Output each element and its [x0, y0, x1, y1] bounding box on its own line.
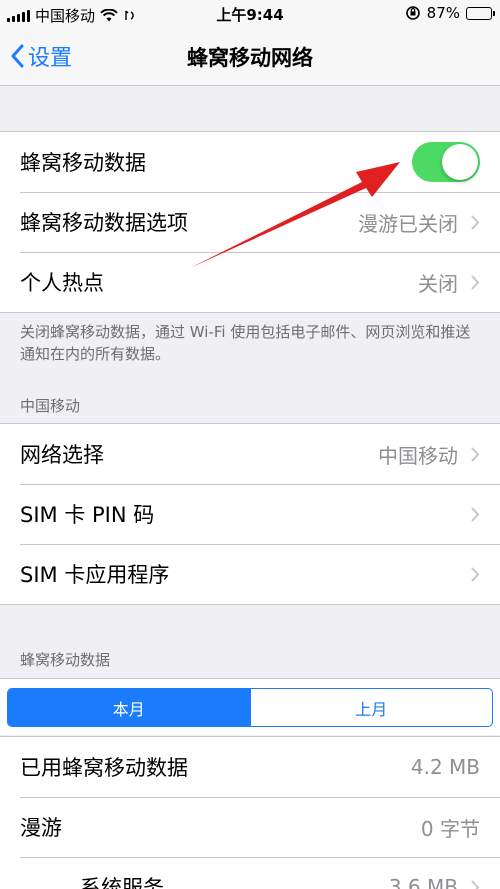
personal-hotspot-row[interactable]: 个人热点 关闭: [0, 252, 500, 312]
network-selection-label: 网络选择: [20, 443, 104, 467]
status-bar: 中国移动 上午9:44 87%: [0, 0, 500, 28]
usage-section-header: 蜂窝移动数据: [20, 651, 111, 669]
roaming-label: 漫游: [20, 816, 62, 840]
top-bar: 中国移动 上午9:44 87% 设置 蜂窝移动网络: [0, 0, 500, 86]
system-services-label: 系统服务: [80, 876, 164, 889]
network-selection-row[interactable]: 网络选择 中国移动: [0, 424, 500, 484]
cellular-data-label: 蜂窝移动数据: [20, 151, 146, 175]
chevron-right-icon: [471, 879, 480, 889]
chevron-right-icon: [471, 214, 480, 230]
battery-percent: 87%: [426, 4, 460, 22]
cellular-data-options-value: 漫游已关闭: [358, 211, 458, 236]
used-data-label: 已用蜂窝移动数据: [20, 756, 188, 780]
cellular-data-row: 蜂窝移动数据: [0, 132, 500, 192]
cellular-settings-group: 蜂窝移动数据 蜂窝移动数据选项 漫游已关闭 个人热点 关闭: [0, 131, 500, 313]
roaming-value: 0 字节: [420, 816, 480, 841]
battery-icon: [466, 6, 495, 20]
segment-this-month[interactable]: 本月: [8, 689, 250, 726]
sim-applications-label: SIM 卡应用程序: [20, 563, 170, 587]
page-title: 蜂窝移动网络: [187, 46, 313, 70]
status-right: 87%: [405, 4, 495, 22]
system-services-value: 3.6 MB: [388, 875, 458, 889]
carrier-section-header: 中国移动: [20, 397, 81, 415]
cellular-data-options-row[interactable]: 蜂窝移动数据选项 漫游已关闭: [0, 192, 500, 252]
personal-hotspot-label: 个人热点: [20, 271, 104, 295]
segment-last-month[interactable]: 上月: [249, 689, 493, 726]
usage-group: 已用蜂窝移动数据 4.2 MB 漫游 0 字节 系统服务 3.6 MB: [0, 736, 500, 889]
period-segment-container: 本月 上月: [0, 678, 500, 735]
period-segmented-control: 本月 上月: [7, 688, 493, 727]
roaming-row: 漫游 0 字节: [0, 797, 500, 857]
sim-pin-label: SIM 卡 PIN 码: [20, 503, 155, 527]
chevron-right-icon: [471, 446, 480, 462]
chevron-right-icon: [471, 506, 480, 522]
network-selection-value: 中国移动: [378, 443, 458, 468]
chevron-right-icon: [471, 566, 480, 582]
used-data-value: 4.2 MB: [410, 755, 480, 779]
navigation-bar: 设置 蜂窝移动网络: [0, 28, 500, 84]
cellular-data-footnote: 关闭蜂窝移动数据，通过 Wi-Fi 使用包括电子邮件、网页浏览和推送通知在内的所…: [20, 323, 471, 363]
cellular-data-toggle[interactable]: [412, 142, 480, 182]
orientation-lock-icon: [405, 6, 420, 20]
used-data-row: 已用蜂窝移动数据 4.2 MB: [0, 737, 500, 797]
chevron-right-icon: [471, 274, 480, 290]
carrier-group: 网络选择 中国移动 SIM 卡 PIN 码 SIM 卡应用程序: [0, 423, 500, 605]
system-services-row[interactable]: 系统服务 3.6 MB: [0, 857, 500, 889]
sim-applications-row[interactable]: SIM 卡应用程序: [0, 544, 500, 604]
toggle-knob: [442, 144, 478, 180]
personal-hotspot-value: 关闭: [418, 271, 458, 296]
sim-pin-row[interactable]: SIM 卡 PIN 码: [0, 484, 500, 544]
cellular-data-options-label: 蜂窝移动数据选项: [20, 211, 188, 235]
